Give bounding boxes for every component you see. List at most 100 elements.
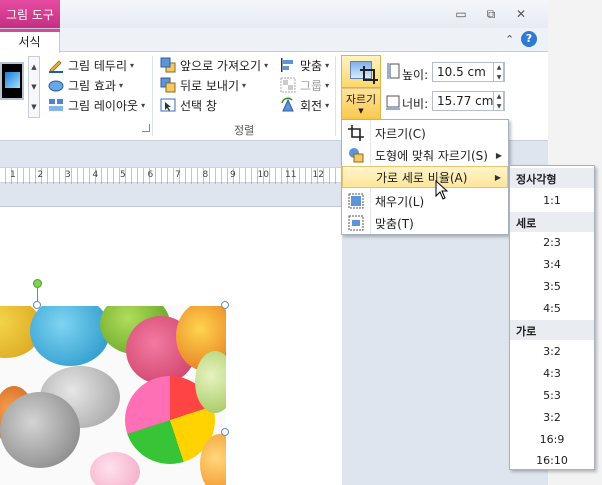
dialog-launcher-icon[interactable]	[142, 124, 150, 132]
ratio-item[interactable]: 2:3	[510, 232, 594, 254]
ruler-tick-label: 7	[175, 170, 181, 180]
fit-icon	[348, 215, 364, 231]
gallery-up-icon[interactable]: ▲	[29, 57, 39, 77]
width-spinner[interactable]: ▲ ▼	[493, 91, 505, 111]
ribbon-tab-row	[0, 28, 548, 52]
help-icon[interactable]: ?	[521, 31, 537, 47]
minimize-button[interactable]: ▭	[452, 6, 470, 22]
chevron-down-icon: ▼	[358, 107, 364, 115]
ratio-item[interactable]: 3:5	[510, 276, 594, 298]
landscape-header: 가로	[510, 320, 594, 340]
picture-style-gallery-item[interactable]	[0, 62, 24, 100]
menu-item-crop-to-shape[interactable]: 도형에 맞춰 자르기(S) ▶	[342, 144, 508, 166]
close-button[interactable]: ✕	[512, 6, 530, 22]
restore-button[interactable]: ⧉	[482, 6, 500, 22]
shapes-icon	[348, 147, 364, 163]
portrait-header: 세로	[510, 212, 594, 232]
group-separator	[335, 56, 336, 136]
align-label: 맞춤	[300, 58, 323, 73]
ratio-item[interactable]: 16:9	[510, 429, 594, 451]
ratio-item[interactable]: 16:10	[510, 450, 594, 472]
ruler-tick-label: 9	[230, 170, 236, 180]
gallery-down-icon[interactable]: ▼	[29, 77, 39, 97]
effects-icon	[48, 77, 64, 93]
picture-effects-label: 그림 효과	[68, 78, 116, 93]
ratio-item[interactable]: 3:2	[510, 341, 594, 363]
menu-item-crop[interactable]: 자르기(C)	[342, 122, 508, 144]
picture-border-button[interactable]: 그림 테두리 ▾	[48, 55, 134, 75]
ratio-item[interactable]: 4:5	[510, 298, 594, 320]
layout-icon	[48, 97, 64, 113]
crop-menu: 자르기(C) 도형에 맞춰 자르기(S) ▶ 가로 세로 비율(A) ▶ 채우기…	[341, 119, 509, 235]
height-label: 높이:	[402, 68, 429, 82]
ratio-item[interactable]: 3:2	[510, 407, 594, 429]
arrange-group-label: 정렬	[234, 124, 255, 137]
gallery-more-icon[interactable]: ▼	[29, 97, 39, 117]
ruler-tick-label: 1	[10, 170, 16, 180]
crop-icon	[348, 125, 364, 141]
gallery-scroll[interactable]: ▲ ▼ ▼	[28, 56, 40, 118]
bring-forward-label: 앞으로 가져오기	[180, 58, 262, 73]
collapse-ribbon-icon[interactable]: ⌃	[505, 33, 514, 46]
picture-border-label: 그림 테두리	[68, 58, 128, 73]
resize-handle-right[interactable]	[221, 428, 229, 436]
ruler-tick-label: 3	[65, 170, 71, 180]
ruler-tick-label: 5	[120, 170, 126, 180]
menu-item-fit[interactable]: 맞춤(T)	[342, 212, 508, 234]
mouse-cursor-icon	[435, 180, 449, 200]
submenu-arrow-icon: ▶	[495, 150, 502, 160]
group-button[interactable]: 그룹 ▾	[280, 75, 329, 95]
square-header: 정사각형	[510, 168, 594, 188]
send-backward-button[interactable]: 뒤로 보내기 ▾	[160, 75, 246, 95]
ruler-tick-label: 2	[37, 170, 44, 180]
tab-format[interactable]: 서식	[0, 28, 60, 53]
menu-item-aspect-ratio[interactable]: 가로 세로 비율(A) ▶	[342, 166, 508, 188]
group-label: 그룹	[300, 78, 323, 93]
submenu-arrow-icon: ▶	[494, 172, 501, 182]
send-backward-label: 뒤로 보내기	[180, 78, 240, 93]
horizontal-ruler[interactable]: 1 2 3 4 5 6 7 8 9 10 11 12	[0, 167, 342, 184]
picture-layout-label: 그림 레이아웃	[68, 98, 139, 113]
pencil-icon	[48, 57, 64, 73]
ruler-tick-label: 12	[312, 170, 324, 180]
picture-tools-contextual-tab: 그림 도구	[0, 0, 60, 28]
aspect-ratio-submenu: 정사각형 1:1 세로 2:3 3:4 3:5 4:5 가로 3:2 4:3 5…	[509, 165, 595, 470]
ratio-item[interactable]: 4:3	[510, 363, 594, 385]
selection-pane-button[interactable]: 선택 창	[160, 95, 217, 115]
align-button[interactable]: 맞춤 ▾	[280, 55, 329, 75]
height-spinner[interactable]: ▲ ▼	[493, 62, 505, 82]
picture-effects-button[interactable]: 그림 효과 ▾	[48, 75, 123, 95]
group-icon	[280, 77, 296, 93]
crop-dropdown-button[interactable]: 자르기 ▼	[341, 88, 381, 120]
resize-handle-top-right[interactable]	[221, 301, 229, 309]
send-backward-icon	[160, 77, 176, 93]
crop-button[interactable]	[341, 55, 381, 88]
ratio-item[interactable]: 1:1	[510, 190, 594, 212]
ratio-item[interactable]: 5:3	[510, 385, 594, 407]
selection-pane-label: 선택 창	[180, 98, 217, 113]
align-icon	[280, 57, 296, 73]
width-icon	[386, 92, 400, 110]
bring-forward-button[interactable]: 앞으로 가져오기 ▾	[160, 55, 268, 75]
ruler-tick-label: 8	[202, 170, 209, 180]
crop-label: 자르기	[345, 93, 377, 106]
group-separator	[152, 56, 153, 136]
selection-pane-icon	[160, 97, 176, 113]
ruler-tick-label: 10	[257, 170, 269, 180]
bring-forward-icon	[160, 57, 176, 73]
rotation-handle[interactable]	[33, 279, 42, 288]
ruler-tick-label: 6	[147, 170, 154, 180]
ruler-tick-label: 11	[285, 170, 297, 180]
ratio-item[interactable]: 3:4	[510, 254, 594, 276]
width-label: 너비:	[402, 97, 429, 111]
resize-handle-top[interactable]	[33, 301, 41, 309]
rotate-button[interactable]: 회전 ▾	[280, 95, 329, 115]
ruler-tick-label: 4	[92, 170, 99, 180]
selected-picture[interactable]	[0, 306, 226, 485]
crop-marks-icon	[360, 66, 378, 84]
fill-icon	[348, 193, 364, 209]
picture-layout-button[interactable]: 그림 레이아웃 ▾	[48, 95, 145, 115]
rotate-label: 회전	[300, 98, 323, 113]
height-icon	[386, 62, 400, 80]
menu-item-fill[interactable]: 채우기(L)	[342, 190, 508, 212]
